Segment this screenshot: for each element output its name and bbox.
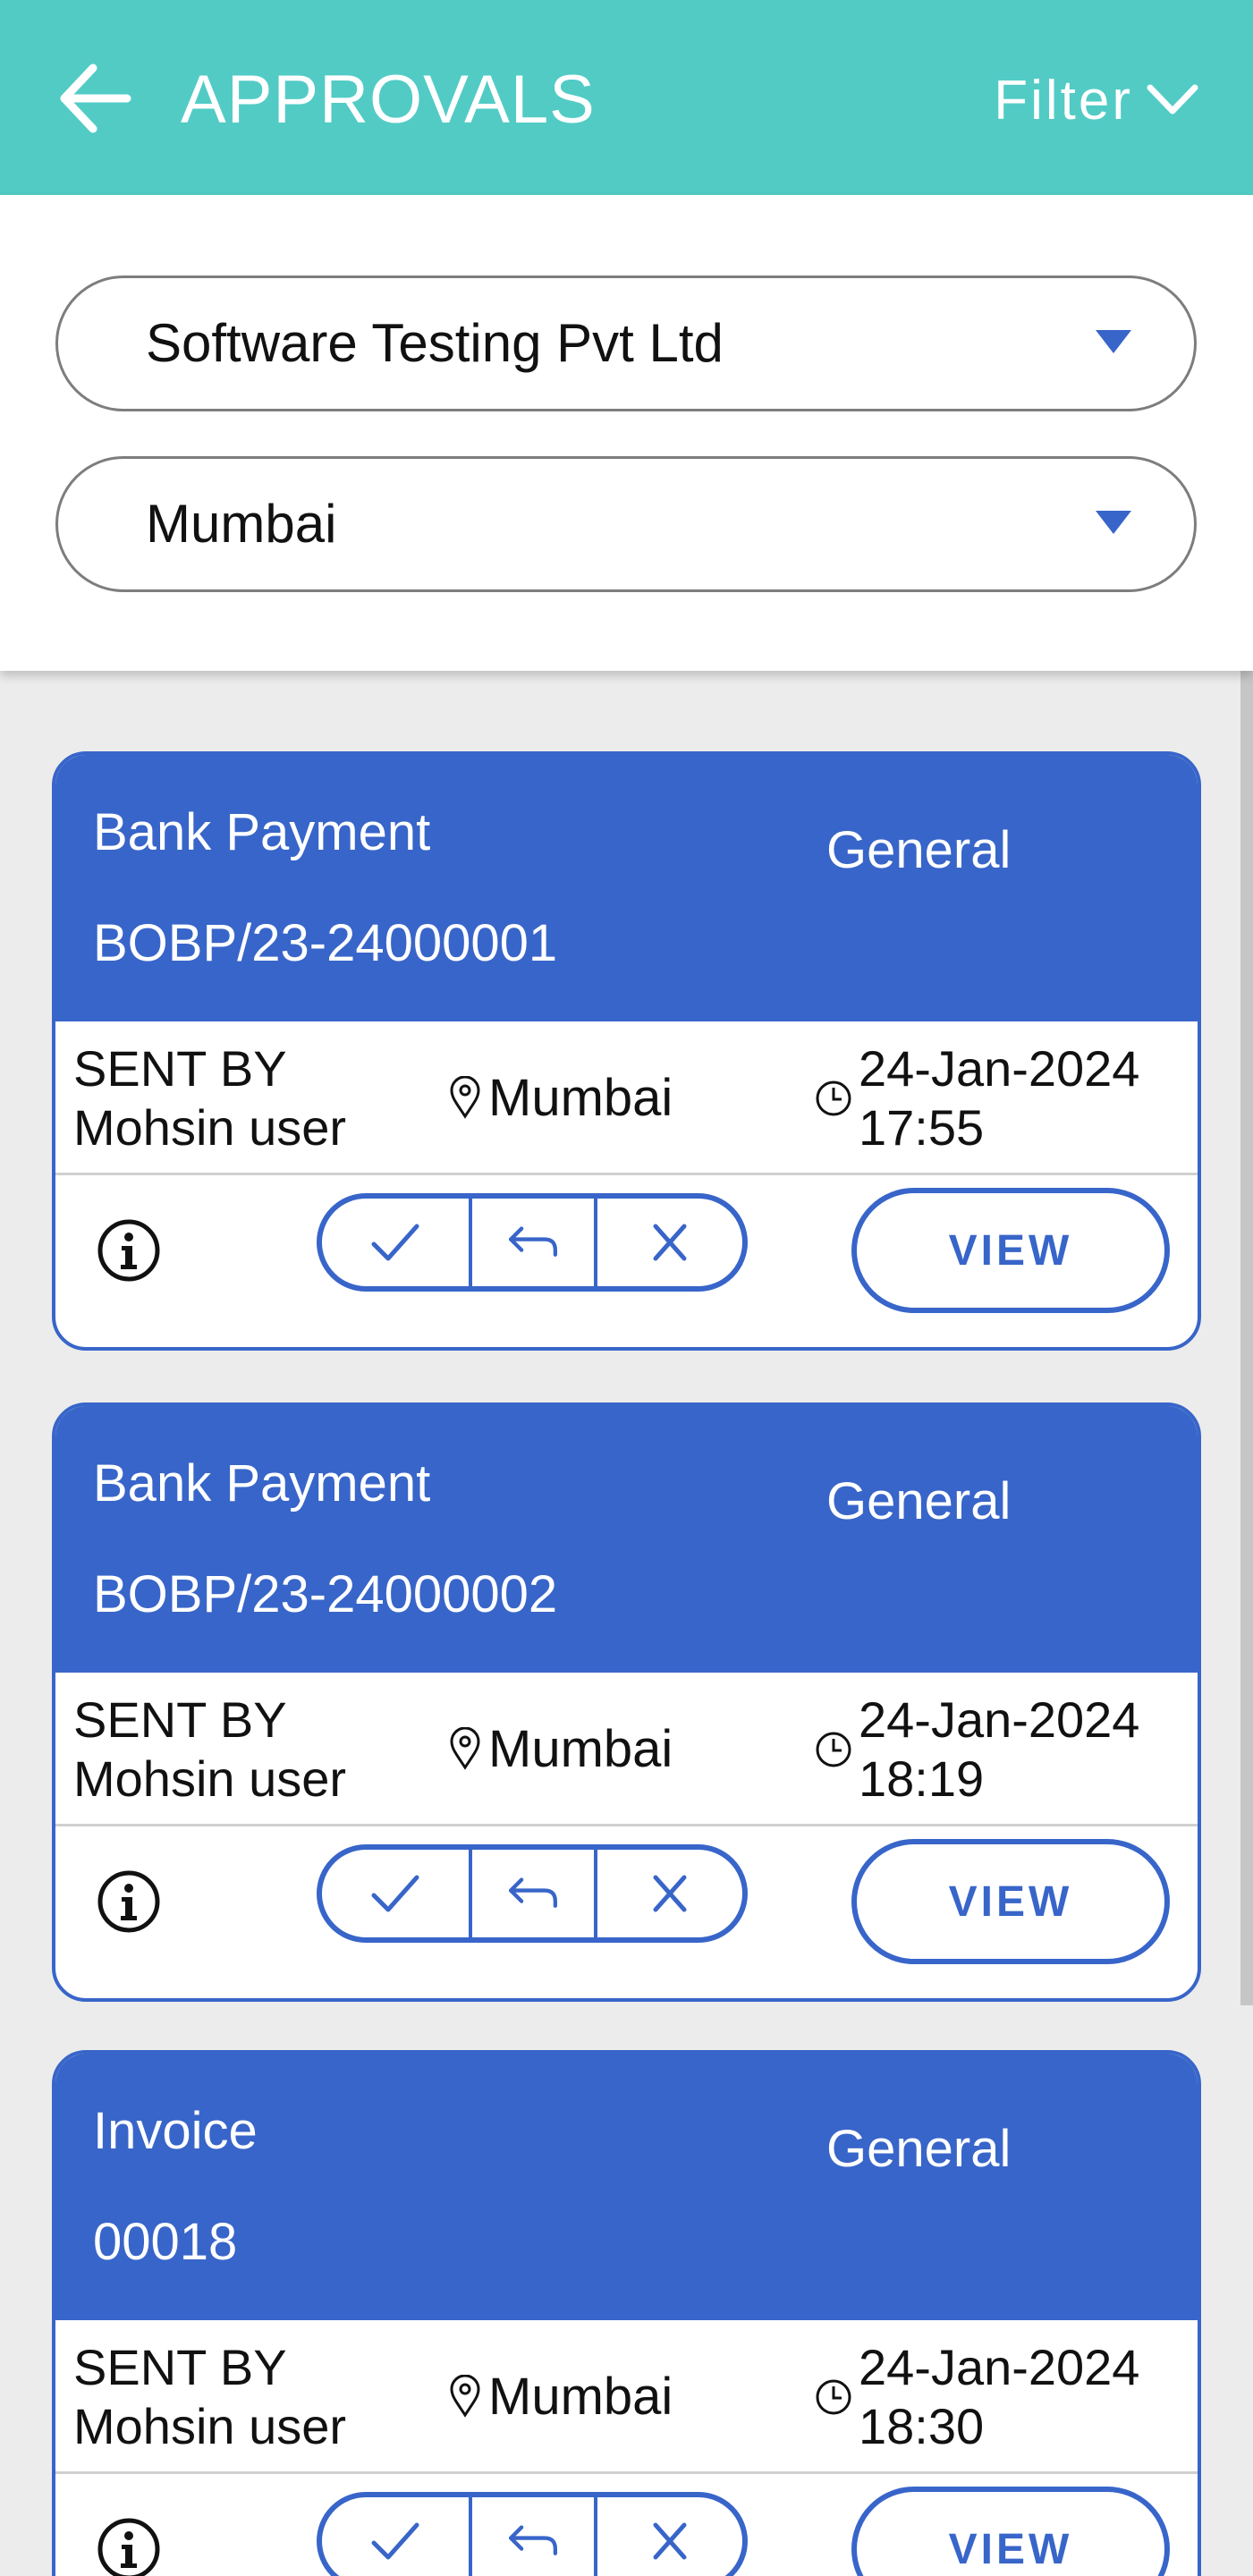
date-text: 24-Jan-2024 xyxy=(859,1691,1140,1748)
card-action-row: VIEW xyxy=(55,1175,1198,1347)
card-action-row: VIEW xyxy=(55,2474,1198,2576)
view-button[interactable]: VIEW xyxy=(851,1188,1170,1313)
check-icon xyxy=(371,1875,419,1912)
approve-button[interactable] xyxy=(322,1850,472,1937)
doc-category: General xyxy=(826,1472,1012,1530)
sent-by: SENT BY Mohsin user xyxy=(73,1690,346,1809)
card-datetime: 24-Jan-2024 18:30 xyxy=(814,2338,1139,2456)
caret-down-icon xyxy=(1096,330,1131,353)
approval-card: Invoice 00018 General SENT BY Mohsin use… xyxy=(52,2050,1201,2576)
date-text: 24-Jan-2024 xyxy=(859,1040,1140,1097)
card-info-row: SENT BY Mohsin user Mumbai 24-Jan-2024 1… xyxy=(55,1021,1198,1175)
app-header: APPROVALS Filter xyxy=(0,0,1253,195)
sent-by-label: SENT BY xyxy=(73,1691,287,1748)
clock-icon xyxy=(816,2379,851,2415)
sent-by-label: SENT BY xyxy=(73,2339,287,2395)
doc-number: BOBP/23-24000002 xyxy=(93,1565,558,1623)
sent-by-user: Mohsin user xyxy=(73,2398,347,2454)
clock-icon xyxy=(816,1732,851,1767)
company-dropdown-value: Software Testing Pvt Ltd xyxy=(146,313,724,373)
doc-category: General xyxy=(826,2120,1012,2178)
scrollbar[interactable] xyxy=(1240,671,1253,2005)
location-dropdown-value: Mumbai xyxy=(146,494,337,554)
info-icon[interactable] xyxy=(97,1869,161,1934)
card-location: Mumbai xyxy=(449,1066,673,1129)
reject-button[interactable] xyxy=(597,1199,742,1286)
time-text: 18:30 xyxy=(859,2398,985,2454)
check-icon xyxy=(371,1224,419,1261)
company-dropdown[interactable]: Software Testing Pvt Ltd xyxy=(55,275,1197,411)
sent-by: SENT BY Mohsin user xyxy=(73,2338,346,2456)
approval-actions xyxy=(317,1844,748,1943)
info-icon[interactable] xyxy=(97,1218,161,1283)
caret-down-icon xyxy=(1096,511,1131,534)
card-datetime: 24-Jan-2024 18:19 xyxy=(814,1690,1139,1809)
sent-by-label: SENT BY xyxy=(73,1040,287,1097)
doc-type: Invoice xyxy=(93,2102,258,2160)
card-header[interactable]: Bank Payment BOBP/23-24000001 General xyxy=(55,755,1198,1021)
close-icon xyxy=(653,1224,687,1261)
back-arrow-icon[interactable] xyxy=(55,61,136,136)
approve-button[interactable] xyxy=(322,1199,472,1286)
approval-card: Bank Payment BOBP/23-24000002 General SE… xyxy=(52,1402,1201,2002)
location-dropdown[interactable]: Mumbai xyxy=(55,456,1197,592)
close-icon xyxy=(653,2522,687,2560)
doc-number: BOBP/23-24000001 xyxy=(93,914,558,972)
reject-button[interactable] xyxy=(597,2497,742,2576)
check-icon xyxy=(371,2522,419,2560)
sent-by: SENT BY Mohsin user xyxy=(73,1039,346,1157)
info-icon[interactable] xyxy=(97,2517,161,2576)
chevron-down-icon xyxy=(1147,84,1198,114)
location-text: Mumbai xyxy=(488,1068,673,1127)
doc-number: 00018 xyxy=(93,2213,238,2271)
return-button[interactable] xyxy=(472,2497,597,2576)
card-info-row: SENT BY Mohsin user Mumbai 24-Jan-2024 1… xyxy=(55,1673,1198,1826)
approval-actions xyxy=(317,1193,748,1292)
sent-by-user: Mohsin user xyxy=(73,1750,347,1807)
map-pin-icon xyxy=(450,1076,480,1119)
card-header[interactable]: Bank Payment BOBP/23-24000002 General xyxy=(55,1406,1198,1673)
reply-icon xyxy=(509,1877,557,1908)
card-header[interactable]: Invoice 00018 General xyxy=(55,2054,1198,2320)
filter-label: Filter xyxy=(994,69,1133,131)
sent-by-user: Mohsin user xyxy=(73,1099,347,1156)
filter-button[interactable]: Filter xyxy=(994,66,1199,134)
doc-type: Bank Payment xyxy=(93,1454,431,1513)
doc-category: General xyxy=(826,821,1012,879)
card-action-row: VIEW xyxy=(55,1826,1198,1998)
location-text: Mumbai xyxy=(488,2367,673,2426)
return-button[interactable] xyxy=(472,1850,597,1937)
approve-button[interactable] xyxy=(322,2497,472,2576)
clock-icon xyxy=(816,1080,851,1116)
page-title: APPROVALS xyxy=(181,62,596,138)
reject-button[interactable] xyxy=(597,1850,742,1937)
location-text: Mumbai xyxy=(488,1719,673,1778)
card-location: Mumbai xyxy=(449,2365,673,2428)
close-icon xyxy=(653,1875,687,1912)
reply-icon xyxy=(509,2525,557,2555)
card-info-row: SENT BY Mohsin user Mumbai 24-Jan-2024 1… xyxy=(55,2320,1198,2474)
reply-icon xyxy=(509,1226,557,1257)
time-text: 17:55 xyxy=(859,1099,985,1156)
time-text: 18:19 xyxy=(859,1750,985,1807)
approval-card: Bank Payment BOBP/23-24000001 General SE… xyxy=(52,751,1201,1351)
filter-panel: Software Testing Pvt Ltd Mumbai xyxy=(0,195,1253,671)
map-pin-icon xyxy=(450,1727,480,1770)
map-pin-icon xyxy=(450,2375,480,2418)
card-datetime: 24-Jan-2024 17:55 xyxy=(814,1039,1139,1157)
view-button[interactable]: VIEW xyxy=(851,2487,1170,2576)
date-text: 24-Jan-2024 xyxy=(859,2339,1140,2395)
view-button[interactable]: VIEW xyxy=(851,1839,1170,1964)
approval-actions xyxy=(317,2492,748,2576)
return-button[interactable] xyxy=(472,1199,597,1286)
card-location: Mumbai xyxy=(449,1717,673,1780)
doc-type: Bank Payment xyxy=(93,803,431,861)
